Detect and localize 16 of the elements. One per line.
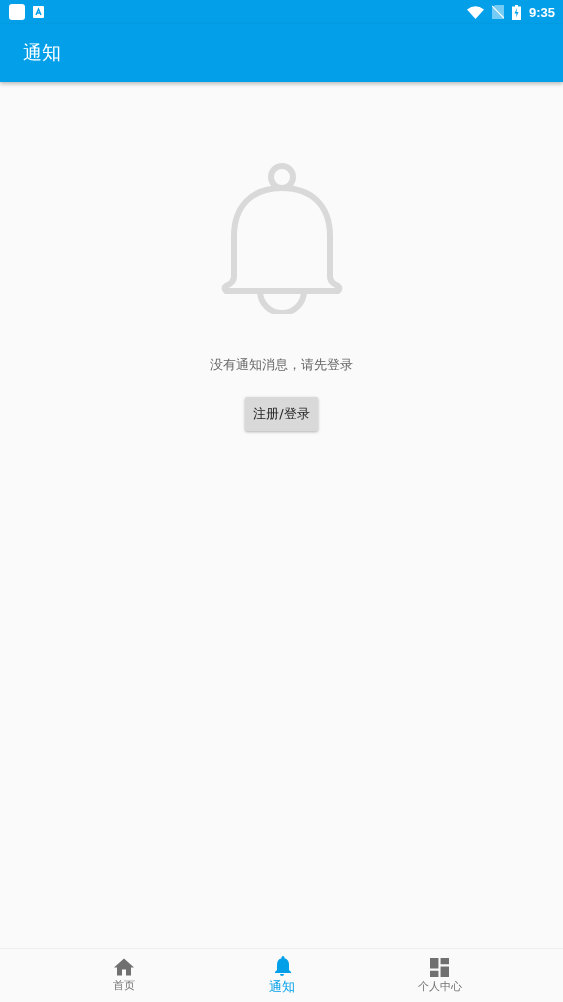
empty-message: 没有通知消息，请先登录 [210,356,353,374]
nav-tab[interactable]: 首页 [112,978,135,993]
no-sim-icon [491,5,504,19]
status-time: 9:35 [528,4,555,20]
home-icon [113,958,134,976]
battery-charging-icon [511,4,521,20]
app-notification-icon [33,6,44,18]
nav-tab[interactable]: 通知 [268,978,295,996]
bell-icon [272,955,291,976]
bell-icon [219,163,344,314]
nav-tab[interactable]: 个人中心 [417,978,462,994]
wifi-icon [466,5,484,19]
dashboard-icon [430,957,449,977]
register-login-button[interactable]: 注册/登录 [245,397,318,431]
app-bar-title: 通知 [23,40,61,65]
notification-icon [9,4,25,20]
